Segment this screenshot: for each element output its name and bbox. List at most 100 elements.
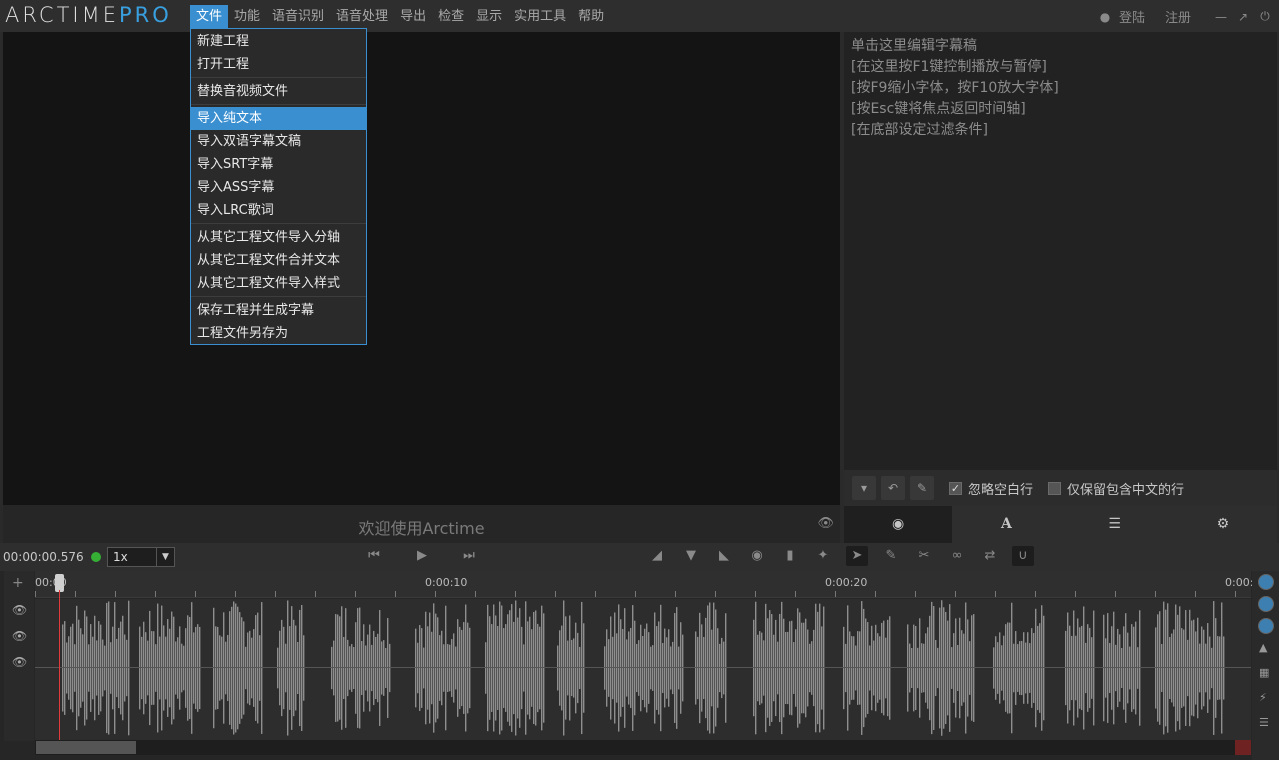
list-icon[interactable]: ☰ (1259, 716, 1269, 729)
waveform-sample (1083, 606, 1085, 730)
tab-font[interactable]: A (952, 506, 1060, 543)
menu-item-import-timing[interactable]: 从其它工程文件导入分轴 (191, 226, 366, 249)
pointer-icon[interactable]: ➤ (846, 546, 868, 566)
speed-select[interactable]: 1x ▼ (107, 547, 175, 567)
audio-waveform[interactable] (35, 599, 1251, 740)
menu-item-replace-media[interactable]: 替换音视频文件 (191, 80, 366, 103)
camera-icon[interactable]: ◉ (746, 548, 768, 563)
menu-check[interactable]: 检查 (432, 5, 470, 28)
keep-chinese-checkbox[interactable]: 仅保留包含中文的行 (1048, 479, 1184, 498)
waveform-sample (331, 646, 333, 690)
waveform-sample (118, 627, 120, 709)
waveform-sample (375, 636, 377, 700)
waveform-sample (343, 636, 345, 700)
waveform-sample (957, 644, 959, 692)
menu-speech-recognition[interactable]: 语音识别 (266, 5, 330, 28)
menu-function[interactable]: 功能 (228, 5, 266, 28)
waveform-sample (670, 646, 672, 690)
tab-settings[interactable]: ⚙ (1169, 506, 1277, 543)
waveform-sample (335, 614, 337, 722)
waveform-sample (680, 622, 682, 714)
waveform-sample (541, 605, 543, 731)
waveform-sample (887, 619, 889, 717)
waveform-sample (701, 624, 703, 712)
link-icon[interactable]: ∞ (946, 548, 968, 563)
waveform-sample (608, 639, 610, 697)
power-icon[interactable]: ⏻ (1257, 9, 1273, 24)
skip-back-icon[interactable]: ⏮ (363, 548, 385, 563)
play-icon[interactable]: ▶ (411, 548, 433, 563)
area-chart-icon[interactable]: ▲ (1259, 641, 1267, 654)
menu-item-save-as[interactable]: 工程文件另存为 (191, 322, 366, 345)
bookmark-icon[interactable]: ▮ (779, 548, 801, 563)
time-ruler[interactable]: 00:00 0:00:10 0:00:20 0:00: (35, 571, 1253, 598)
menu-help[interactable]: 帮助 (572, 5, 610, 28)
magnet-icon[interactable]: ∪ (1012, 546, 1034, 566)
waveform-sample (656, 626, 658, 710)
menu-export[interactable]: 导出 (394, 5, 432, 28)
lightning-icon[interactable]: ⚡ (1259, 691, 1267, 704)
collapse-icon[interactable]: ▾ (852, 476, 876, 500)
edit-icon[interactable]: ✎ (880, 548, 902, 563)
waveform-sample (417, 642, 419, 694)
undo-icon[interactable]: ↶ (881, 476, 905, 500)
eye-icon[interactable]: 👁 (12, 655, 27, 669)
video-preview[interactable] (3, 32, 840, 505)
menu-item-import-srt[interactable]: 导入SRT字幕 (191, 153, 366, 176)
add-track-icon[interactable]: + (12, 575, 24, 591)
eye-icon[interactable]: 👁 (12, 603, 27, 617)
waveform-sample (1131, 624, 1133, 712)
skip-forward-icon[interactable]: ⏭ (458, 548, 480, 563)
menu-item-import-bilingual[interactable]: 导入双语字幕文稿 (191, 130, 366, 153)
tab-comments[interactable]: ◉ (844, 506, 953, 543)
waveform-sample (925, 633, 927, 703)
mark-down-icon[interactable]: ▼ (680, 548, 702, 563)
menu-item-import-plain-text[interactable]: 导入纯文本 (191, 107, 366, 130)
scroll-thumb[interactable] (36, 741, 136, 754)
font-icon: A (1000, 516, 1012, 532)
menu-item-import-ass[interactable]: 导入ASS字幕 (191, 176, 366, 199)
waveform-sample (1041, 605, 1043, 731)
maximize-icon[interactable]: ↗ (1235, 10, 1251, 24)
login-link[interactable]: 登陆 (1119, 7, 1145, 26)
register-link[interactable]: 注册 (1165, 7, 1191, 26)
subtitle-text-editor[interactable]: 单击这里编辑字幕稿 [在这里按F1键控制播放与暂停] [按F9缩小字体，按F10… (844, 32, 1277, 470)
scissors-icon[interactable]: ✂ (913, 548, 935, 563)
waveform-sample (1015, 631, 1017, 705)
volume-knob[interactable] (1258, 596, 1274, 612)
mark-out-icon[interactable]: ◣ (713, 548, 735, 563)
menu-item-open-project[interactable]: 打开工程 (191, 53, 366, 76)
eye-icon[interactable]: 👁 (12, 629, 27, 643)
menu-item-save-generate[interactable]: 保存工程并生成字幕 (191, 299, 366, 322)
pencil-icon[interactable]: ✎ (910, 476, 934, 500)
menu-item-new-project[interactable]: 新建工程 (191, 30, 366, 53)
menu-speech-processing[interactable]: 语音处理 (330, 5, 394, 28)
menu-item-import-lrc[interactable]: 导入LRC歌词 (191, 199, 366, 222)
tab-list[interactable]: ☰ (1061, 506, 1169, 543)
waveform-sample (423, 647, 425, 689)
waveform-sample (1079, 627, 1081, 709)
menu-file[interactable]: 文件 (190, 5, 229, 28)
swap-icon[interactable]: ⇄ (979, 548, 1001, 563)
waveform-sample (1217, 636, 1219, 700)
timeline-scrollbar[interactable] (35, 740, 1251, 755)
waveform-sample (195, 626, 197, 710)
bar-chart-icon[interactable]: ▦ (1259, 666, 1269, 679)
menu-display[interactable]: 显示 (470, 5, 508, 28)
menu-item-merge-text[interactable]: 从其它工程文件合并文本 (191, 249, 366, 272)
menu-item-import-style[interactable]: 从其它工程文件导入样式 (191, 272, 366, 295)
waveform-sample (1177, 614, 1179, 722)
waveform-sample (1091, 637, 1093, 699)
waveform-centerline (35, 667, 1251, 668)
volume-knob[interactable] (1258, 618, 1274, 634)
magic-wand-icon[interactable]: ✦ (812, 548, 834, 563)
ignore-blank-checkbox[interactable]: ✓ 忽略空白行 (949, 479, 1033, 498)
minimize-icon[interactable]: — (1213, 10, 1229, 24)
menu-tools[interactable]: 实用工具 (508, 5, 572, 28)
eye-icon[interactable]: 👁 (817, 516, 834, 531)
mark-in-icon[interactable]: ◢ (646, 548, 668, 563)
waveform-sample (513, 621, 515, 715)
waveform-sample (493, 604, 495, 732)
volume-knob[interactable] (1258, 574, 1274, 590)
waveform-sample (577, 632, 579, 704)
